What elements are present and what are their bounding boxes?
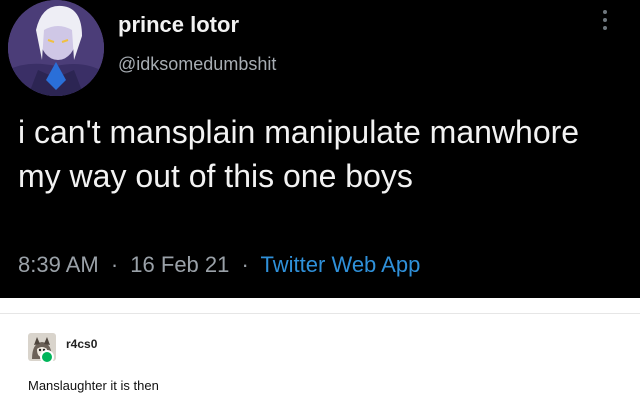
meta-separator: · — [110, 252, 119, 277]
divider — [0, 313, 640, 314]
vertical-ellipsis-icon[interactable] — [600, 10, 610, 34]
reblog-badge-icon — [40, 350, 54, 364]
reblog-username[interactable]: r4cs0 — [66, 337, 97, 351]
tweet-source-link[interactable]: Twitter Web App — [261, 252, 421, 277]
tweet-time[interactable]: 8:39 AM — [18, 252, 99, 277]
reblog-comment: Manslaughter it is then — [28, 378, 159, 393]
tweet-screenshot: prince lotor @idksomedumbshit i can't ma… — [0, 0, 640, 298]
anime-character-avatar — [8, 0, 104, 96]
tweet-date[interactable]: 16 Feb 21 — [130, 252, 229, 277]
tweet-display-name[interactable]: prince lotor — [118, 12, 239, 38]
meta-separator: · — [241, 252, 249, 277]
tweet-text: i can't mansplain manipulate manwhore my… — [18, 114, 580, 194]
tweet-handle[interactable]: @idksomedumbshit — [118, 54, 276, 75]
profile-avatar[interactable] — [8, 0, 104, 96]
tweet-meta: 8:39 AM · 16 Feb 21 · Twitter Web App — [18, 252, 420, 278]
